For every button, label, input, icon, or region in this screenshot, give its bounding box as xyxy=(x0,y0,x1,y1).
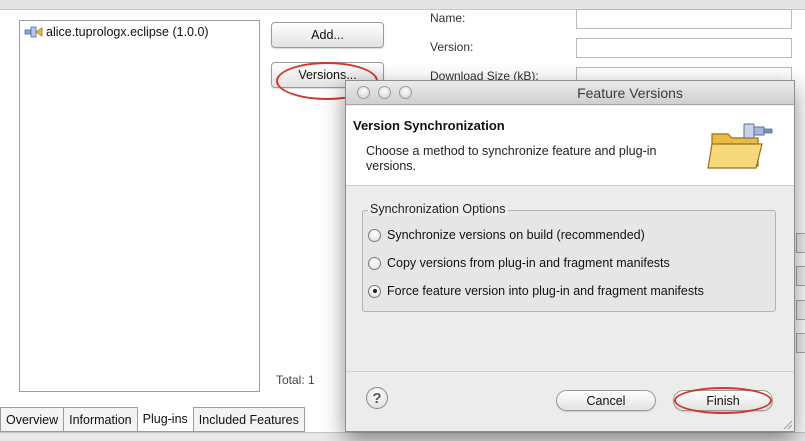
option-copy-versions[interactable]: Copy versions from plug-in and fragment … xyxy=(368,256,670,270)
group-title: Synchronization Options xyxy=(368,202,508,216)
option-label: Force feature version into plug-in and f… xyxy=(387,284,704,298)
tab-plug-ins[interactable]: Plug-ins xyxy=(136,407,193,432)
tab-information[interactable]: Information xyxy=(63,407,137,432)
name-field[interactable] xyxy=(576,9,792,29)
dialog-titlebar[interactable]: Feature Versions xyxy=(346,81,794,105)
option-sync-on-build[interactable]: Synchronize versions on build (recommend… xyxy=(368,228,645,242)
plugin-item-label: alice.tuprologx.eclipse (1.0.0) xyxy=(46,25,209,39)
tab-included-features[interactable]: Included Features xyxy=(192,407,305,432)
editor-bottom-strip xyxy=(0,432,805,441)
side-control[interactable] xyxy=(796,300,805,320)
side-control[interactable] xyxy=(796,266,805,286)
name-label: Name: xyxy=(430,11,466,25)
plugin-icon xyxy=(24,26,43,38)
radio-button-selected[interactable] xyxy=(368,284,381,298)
feature-versions-dialog: Feature Versions Version Synchronization… xyxy=(345,80,795,432)
dialog-title: Feature Versions xyxy=(577,85,683,101)
add-button[interactable]: Add... xyxy=(271,22,384,48)
header-title: Version Synchronization xyxy=(353,118,505,133)
radio-button[interactable] xyxy=(368,228,381,242)
option-force-feature-version[interactable]: Force feature version into plug-in and f… xyxy=(368,284,704,298)
resize-grip-icon[interactable] xyxy=(782,419,792,429)
header-description: Choose a method to synchronize feature a… xyxy=(366,144,657,173)
version-label: Version: xyxy=(430,40,474,54)
side-control[interactable] xyxy=(796,333,805,353)
list-item[interactable]: alice.tuprologx.eclipse (1.0.0) xyxy=(24,25,209,39)
dialog-header: Version Synchronization Choose a method … xyxy=(346,106,794,186)
folder-plug-icon xyxy=(707,123,773,169)
radio-button[interactable] xyxy=(368,256,381,270)
footer-divider xyxy=(346,371,794,372)
total-count: Total: 1 xyxy=(276,373,315,387)
option-label: Copy versions from plug-in and fragment … xyxy=(387,256,670,270)
help-icon[interactable]: ? xyxy=(366,387,388,409)
finish-button[interactable]: Finish xyxy=(673,390,773,411)
cancel-button[interactable]: Cancel xyxy=(556,390,656,411)
tab-overview[interactable]: Overview xyxy=(0,407,64,432)
editor-tabs: Overview Information Plug-ins Included F… xyxy=(0,407,305,432)
version-field[interactable] xyxy=(576,38,792,58)
side-control[interactable] xyxy=(796,233,805,253)
option-label: Synchronize versions on build (recommend… xyxy=(387,228,645,242)
plugin-list[interactable]: alice.tuprologx.eclipse (1.0.0) xyxy=(19,20,260,392)
